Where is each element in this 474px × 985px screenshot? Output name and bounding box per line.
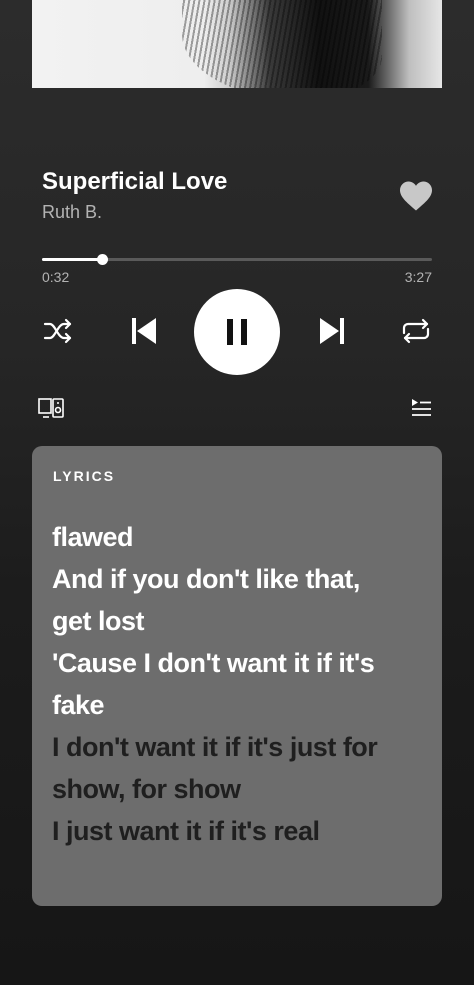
progress-bar[interactable] <box>42 254 432 265</box>
previous-button[interactable] <box>124 312 164 350</box>
connect-devices-icon <box>38 398 64 418</box>
lyric-line[interactable]: flawed <box>52 516 422 558</box>
skip-next-icon <box>320 318 344 344</box>
skip-previous-icon <box>132 318 156 344</box>
lyric-line[interactable]: show, for show <box>52 768 422 810</box>
shuffle-button[interactable] <box>40 315 76 347</box>
lyrics-heading: LYRICS <box>53 468 116 484</box>
next-button[interactable] <box>312 312 352 350</box>
total-time: 3:27 <box>404 269 432 285</box>
lyric-line[interactable]: I don't want it if it's just for <box>52 726 422 768</box>
play-pause-button[interactable] <box>194 289 280 375</box>
connect-devices-button[interactable] <box>36 395 68 421</box>
queue-icon <box>412 399 431 416</box>
lyrics-card[interactable]: LYRICS flawed And if you don't like that,… <box>32 446 442 906</box>
pause-icon <box>227 319 247 345</box>
track-artist[interactable]: Ruth B. <box>42 202 102 223</box>
repeat-icon <box>402 318 430 344</box>
queue-button[interactable] <box>408 396 434 420</box>
elapsed-time: 0:32 <box>42 269 70 285</box>
lyric-line[interactable]: fake <box>52 684 422 726</box>
track-title[interactable]: Superficial Love <box>42 168 227 196</box>
heart-icon <box>400 181 432 211</box>
like-button[interactable] <box>398 180 434 212</box>
album-artwork <box>32 0 442 88</box>
lyric-line[interactable]: I just want it if it's real <box>52 810 422 852</box>
lyric-line[interactable]: And if you don't like that, <box>52 558 422 600</box>
artwork-photo-detail <box>182 0 382 88</box>
lyric-line[interactable]: get lost <box>52 600 422 642</box>
lyric-line[interactable]: 'Cause I don't want it if it's <box>52 642 422 684</box>
progress-fill <box>42 258 103 261</box>
shuffle-icon <box>43 318 72 344</box>
progress-scrubber[interactable] <box>97 254 109 265</box>
lyrics-lines: flawed And if you don't like that, get los… <box>52 516 422 852</box>
repeat-button[interactable] <box>398 315 434 347</box>
